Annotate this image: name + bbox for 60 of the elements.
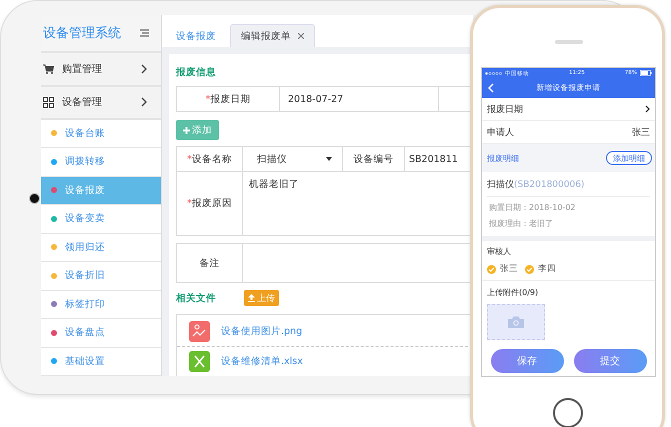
speaker-slot — [555, 40, 583, 44]
scrap-reason: 报废理由：老旧了 — [488, 218, 554, 230]
tablet-home-button[interactable] — [29, 193, 40, 204]
action-button[interactable]: 提交 — [574, 349, 646, 373]
file-link[interactable]: 设备使用图片.png — [221, 325, 302, 338]
add-detail-button[interactable]: 添加明细 — [606, 151, 652, 165]
upload-button[interactable]: 上传 — [244, 290, 279, 306]
chevron-right-icon — [141, 97, 147, 107]
signal-icon — [485, 72, 502, 74]
phone-home-button[interactable] — [553, 398, 583, 427]
section-title: 审核人 — [487, 246, 512, 257]
app-title: 设备管理系统 — [43, 25, 121, 42]
section-title: 相关文件 — [176, 292, 216, 304]
camera-icon — [508, 316, 524, 328]
grid-icon — [43, 96, 54, 108]
purchase-date: 购置日期：2018-10-02 — [488, 202, 576, 214]
field-label: 设备编号 — [343, 147, 405, 171]
item-code: (SB201800006) — [514, 180, 584, 190]
field-label: 备注 — [177, 244, 243, 282]
name-select[interactable]: 扫描仪 — [243, 147, 343, 171]
spreadsheet-file-icon — [189, 351, 210, 372]
cart-icon — [43, 64, 54, 74]
item-name: 扫描仪 — [487, 180, 514, 190]
sidebar-item[interactable]: 设备盘点 — [41, 319, 161, 348]
add-button[interactable]: 添加 — [176, 120, 219, 140]
upload-icon — [248, 294, 255, 302]
back-icon[interactable] — [488, 83, 494, 93]
sidebar-item[interactable]: 设备报废 — [41, 176, 161, 206]
reviewer-checkbox[interactable]: 张三 — [487, 263, 518, 275]
field-label: *设备名称 — [177, 147, 243, 171]
image-file-icon — [189, 321, 210, 342]
sidebar-item[interactable]: 领用归还 — [41, 234, 161, 262]
caret-icon — [326, 157, 332, 161]
menu-group[interactable]: 购置管理 — [41, 53, 161, 86]
sidebar-item[interactable]: 设备变卖 — [41, 205, 161, 234]
action-button[interactable]: 保存 — [490, 349, 564, 373]
field-value: 张三 — [632, 126, 650, 138]
menu-icon[interactable] — [140, 29, 149, 38]
sidebar-item[interactable]: 基础设置 — [41, 348, 161, 376]
field-label: 申请人 — [487, 126, 514, 138]
chevron-right-icon — [645, 105, 650, 113]
field-label: *报废日期 — [177, 87, 280, 111]
section-title: 报废明细 — [487, 152, 519, 164]
section-title: 报废信息 — [176, 66, 217, 79]
date-row[interactable]: 报废日期 — [482, 98, 655, 121]
date-field[interactable]: 2018-07-27 — [280, 87, 439, 111]
battery-icon — [640, 70, 652, 76]
tab[interactable]: 编辑报废单 — [230, 24, 315, 47]
plus-icon — [183, 126, 190, 134]
sidebar-item[interactable]: 设备折旧 — [41, 262, 161, 291]
chevron-right-icon — [141, 64, 147, 74]
file-link[interactable]: 设备维修清单.xlsx — [221, 355, 303, 368]
sidebar-item[interactable]: 设备台账 — [41, 120, 161, 148]
close-icon[interactable] — [298, 33, 304, 39]
sidebar-item[interactable]: 调拨转移 — [41, 148, 161, 177]
section-title: 上传附件(0/9) — [487, 287, 540, 298]
sidebar-item[interactable]: 标签打印 — [41, 290, 161, 320]
reviewer-checkbox[interactable]: 李四 — [525, 263, 556, 275]
field-label: *报废原因 — [177, 172, 243, 235]
tab[interactable]: 设备报废 — [166, 25, 226, 47]
